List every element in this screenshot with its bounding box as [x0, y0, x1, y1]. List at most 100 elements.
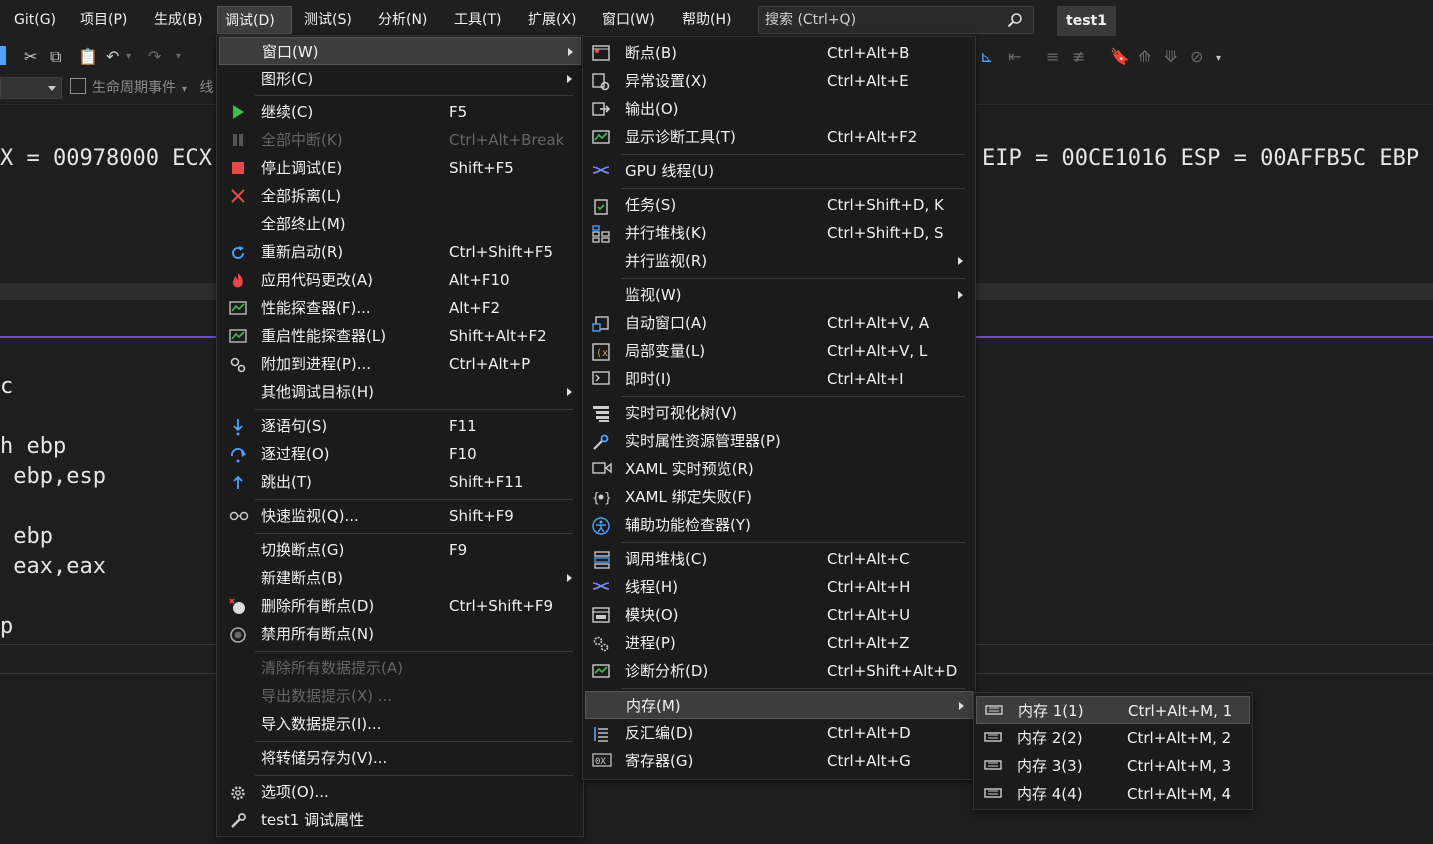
window-menu-item[interactable]: 模块(O) Ctrl+Alt+U [585, 601, 973, 629]
search-box[interactable]: 搜索 (Ctrl+Q) [758, 6, 1034, 34]
menu-item-shortcut: Shift+Alt+F2 [449, 327, 547, 345]
window-menu-item[interactable]: 任务(S) Ctrl+Shift+D, K [585, 191, 973, 219]
menu-debug[interactable]: 调试(D) [217, 6, 292, 34]
debug-menu-item[interactable]: test1 调试属性 [219, 806, 581, 834]
window-menu-item[interactable]: 反汇编(D) Ctrl+Alt+D [585, 719, 973, 747]
cut-icon[interactable]: ✂ [24, 47, 37, 67]
paste-icon[interactable]: 📋 [78, 47, 98, 67]
menu-item-label: 局部变量(L) [625, 342, 706, 360]
toolbar-overflow-icon[interactable]: ▾ [1216, 49, 1221, 69]
debug-menu-item[interactable]: 继续(C) F5 [219, 98, 581, 126]
window-menu-item[interactable]: 监视(W) [585, 281, 973, 309]
memory-menu-item[interactable]: 内存 1(1) Ctrl+Alt+M, 1 [976, 696, 1250, 724]
debug-menu-item[interactable]: 新建断点(B) [219, 564, 581, 592]
debug-menu-item[interactable]: 删除所有断点(D) Ctrl+Shift+F9 [219, 592, 581, 620]
debug-menu-item[interactable]: 逐语句(S) F11 [219, 412, 581, 440]
bookmark-icon[interactable]: 🔖 [1110, 47, 1130, 67]
menu-item-shortcut: Ctrl+Shift+Alt+D [827, 662, 958, 680]
menu-item-label: 选项(O)... [261, 783, 329, 801]
outdent-icon[interactable]: ⇤ [1008, 47, 1021, 67]
window-menu-item[interactable]: 诊断分析(D) Ctrl+Shift+Alt+D [585, 657, 973, 685]
comment-icon[interactable]: ≡ [1046, 47, 1059, 67]
window-menu-item[interactable]: (x) 局部变量(L) Ctrl+Alt+V, L [585, 337, 973, 365]
search-placeholder: 搜索 (Ctrl+Q) [765, 12, 857, 28]
debug-menu-item[interactable]: 禁用所有断点(N) [219, 620, 581, 648]
clear-bookmarks-icon[interactable]: ⊘ [1190, 47, 1203, 67]
registers-text-left: X = 00978000 ECX [0, 146, 212, 171]
debug-menu-item[interactable]: 全部拆离(L) [219, 182, 581, 210]
menu-analyze[interactable]: 分析(N) [371, 6, 434, 34]
svg-text:(x): (x) [596, 348, 610, 359]
debug-menu-item[interactable]: 窗口(W) [219, 37, 581, 65]
debug-menu-item[interactable]: 全部终止(M) [219, 210, 581, 238]
tasks-icon [592, 197, 610, 215]
window-menu-item[interactable]: 并行堆栈(K) Ctrl+Shift+D, S [585, 219, 973, 247]
debug-menu-item[interactable]: 将转储另存为(V)... [219, 744, 581, 772]
format-icon[interactable]: ⊾ [980, 47, 993, 67]
window-menu-item[interactable]: 断点(B) Ctrl+Alt+B [585, 39, 973, 67]
copy-icon[interactable]: ⧉ [50, 47, 61, 67]
debug-menu-item[interactable]: 应用代码更改(A) Alt+F10 [219, 266, 581, 294]
menu-window[interactable]: 窗口(W) [595, 6, 662, 34]
next-bookmark-icon[interactable]: ⟱ [1164, 47, 1177, 67]
window-menu-item[interactable]: 显示诊断工具(T) Ctrl+Alt+F2 [585, 123, 973, 151]
debug-menu-item[interactable]: 停止调试(E) Shift+F5 [219, 154, 581, 182]
window-menu-item[interactable]: 0X 寄存器(G) Ctrl+Alt+G [585, 747, 973, 775]
registers-text-right: EIP = 00CE1016 ESP = 00AFFB5C EBP [982, 146, 1420, 171]
window-menu-item[interactable]: 调用堆栈(C) Ctrl+Alt+C [585, 545, 973, 573]
menu-test[interactable]: 测试(S) [297, 6, 359, 34]
menu-tools[interactable]: 工具(T) [447, 6, 508, 34]
window-menu-item[interactable]: 并行监视(R) [585, 247, 973, 275]
modules-icon [592, 607, 610, 623]
debug-menu-item[interactable]: 切换断点(G) F9 [219, 536, 581, 564]
debug-menu-item[interactable]: 导入数据提示(I)... [219, 710, 581, 738]
window-menu-item[interactable]: {} XAML 绑定失败(F) [585, 483, 973, 511]
menu-git[interactable]: Git(G) [7, 6, 63, 34]
window-menu-item[interactable]: 异常设置(X) Ctrl+Alt+E [585, 67, 973, 95]
undo-icon[interactable]: ↶ [106, 47, 119, 67]
window-menu-item[interactable]: 实时可视化树(V) [585, 399, 973, 427]
window-menu-item[interactable]: 线程(H) Ctrl+Alt+H [585, 573, 973, 601]
parallel-stacks-icon [592, 225, 610, 243]
debug-menu-item[interactable]: 图形(C) [219, 65, 581, 93]
code-line-5: eax,eax [0, 554, 106, 579]
debug-menu-item[interactable]: 选项(O)... [219, 778, 581, 806]
debug-menu-item[interactable]: 其他调试目标(H) [219, 378, 581, 406]
debug-menu-item[interactable]: 快速监视(Q)... Shift+F9 [219, 502, 581, 530]
delete-breakpoints-icon [229, 598, 247, 614]
menu-item-shortcut: F11 [449, 417, 477, 435]
menu-project[interactable]: 项目(P) [73, 6, 134, 34]
debug-menu-item[interactable]: 附加到进程(P)... Ctrl+Alt+P [219, 350, 581, 378]
memory-menu-item[interactable]: 内存 2(2) Ctrl+Alt+M, 2 [976, 724, 1250, 752]
debug-menu-item[interactable]: 跳出(T) Shift+F11 [219, 468, 581, 496]
menu-help[interactable]: 帮助(H) [675, 6, 738, 34]
debug-menu-item[interactable]: 重新启动(R) Ctrl+Shift+F5 [219, 238, 581, 266]
memory-menu-item[interactable]: 内存 4(4) Ctrl+Alt+M, 4 [976, 780, 1250, 808]
prev-bookmark-icon[interactable]: ⟰ [1138, 47, 1151, 67]
menu-build[interactable]: 生成(B) [147, 6, 210, 34]
redo-icon[interactable]: ↷ [148, 47, 161, 67]
attach-process-icon [229, 356, 247, 373]
process-combo[interactable] [0, 77, 62, 99]
window-menu-item[interactable]: GPU 线程(U) [585, 157, 973, 185]
window-menu-item[interactable]: 内存(M) [585, 691, 973, 719]
menu-separator [255, 775, 573, 776]
window-menu-item[interactable]: 实时属性资源管理器(P) [585, 427, 973, 455]
window-menu-item[interactable]: 即时(I) Ctrl+Alt+I [585, 365, 973, 393]
memory-menu-item[interactable]: 内存 3(3) Ctrl+Alt+M, 3 [976, 752, 1250, 780]
menu-extensions[interactable]: 扩展(X) [521, 6, 584, 34]
undo-dropdown-icon[interactable]: ▾ [126, 47, 131, 67]
window-menu-item[interactable]: 辅助功能检查器(Y) [585, 511, 973, 539]
window-menu-item[interactable]: 进程(P) Ctrl+Alt+Z [585, 629, 973, 657]
menu-separator [621, 278, 965, 279]
restart-icon [229, 244, 247, 260]
uncomment-icon[interactable]: ≢ [1072, 47, 1085, 67]
window-menu-item[interactable]: 输出(O) [585, 95, 973, 123]
debug-menu-item[interactable]: 重启性能探查器(L) Shift+Alt+F2 [219, 322, 581, 350]
window-menu-item[interactable]: XAML 实时预览(R) [585, 455, 973, 483]
lifecycle-events[interactable]: 生命周期事件 ▾ 线 [70, 76, 213, 100]
window-menu-item[interactable]: 自动窗口(A) Ctrl+Alt+V, A [585, 309, 973, 337]
redo-dropdown-icon[interactable]: ▾ [176, 47, 181, 67]
debug-menu-item[interactable]: 性能探查器(F)... Alt+F2 [219, 294, 581, 322]
debug-menu-item[interactable]: 逐过程(O) F10 [219, 440, 581, 468]
